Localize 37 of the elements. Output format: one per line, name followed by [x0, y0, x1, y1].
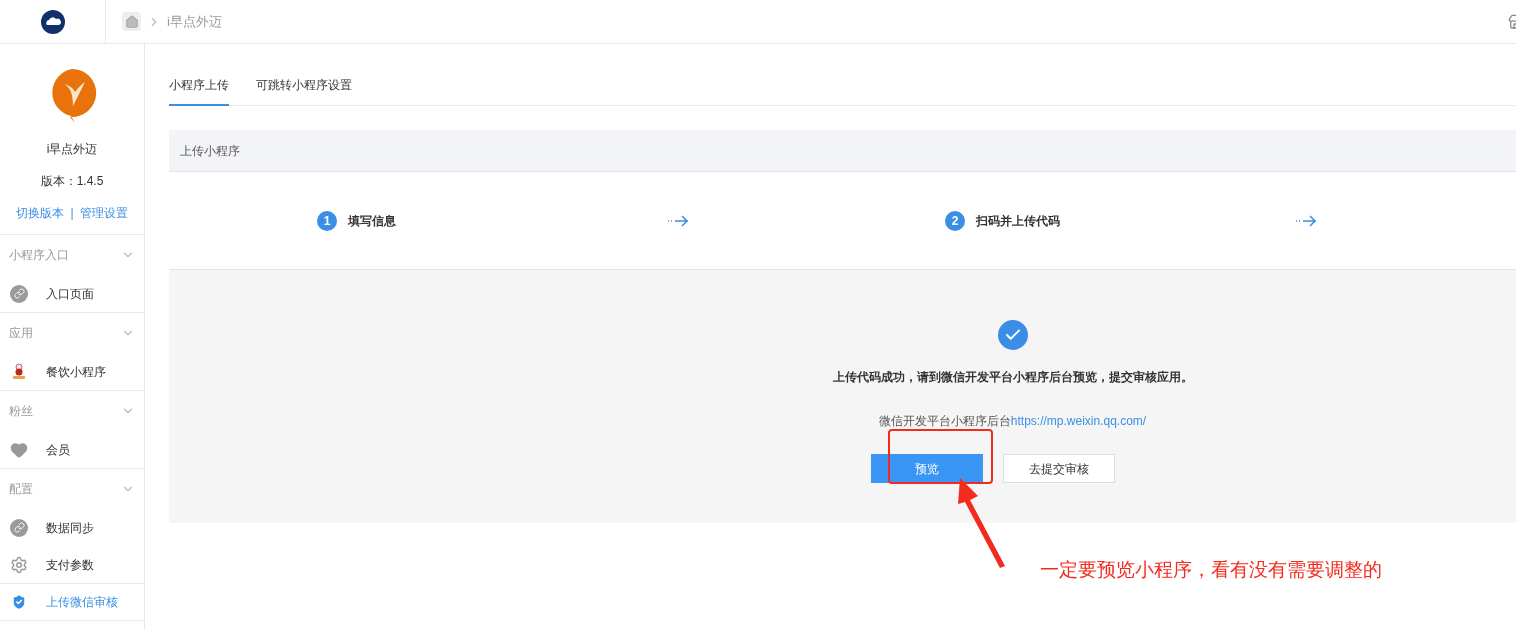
step-label: 扫码并上传代码 [976, 212, 1060, 230]
tab[interactable]: 可跳转小程序设置 [256, 76, 352, 106]
sidebar-item[interactable]: 数据同步 [0, 509, 144, 546]
tab[interactable]: 小程序上传 [169, 76, 229, 106]
sidebar-item[interactable]: 餐饮小程序 [0, 353, 144, 390]
app-name: i早点外迈 [46, 141, 98, 158]
step-label: 填写信息 [348, 212, 396, 230]
sidebar-item[interactable]: 入口页面 [0, 275, 144, 312]
submit-review-button[interactable]: 去提交审核 [1002, 454, 1115, 483]
sidebar-item[interactable]: 会员 [0, 431, 144, 468]
group-title: 粉丝 [9, 403, 33, 420]
group-title: 应用 [9, 325, 33, 342]
cloud-logo [40, 9, 65, 34]
annotation-text: 一定要预览小程序，看有没有需要调整的 [1040, 558, 1382, 582]
heart-icon [10, 440, 28, 459]
version-text: 版本：1.4.5 [40, 173, 104, 190]
link-icon [10, 284, 28, 303]
home-button[interactable] [122, 12, 141, 31]
success-icon [997, 320, 1028, 350]
group-title: 配置 [9, 481, 33, 498]
dotted-arrow-icon [667, 214, 689, 227]
group-title: 小程序入口 [9, 247, 69, 264]
sidebar-item[interactable]: 支付参数 [0, 546, 144, 583]
step-number: 2 [945, 210, 965, 231]
shield-icon [10, 593, 28, 611]
panel-header: 上传小程序 [169, 130, 1516, 172]
manage-settings-link[interactable]: 管理设置 [79, 204, 128, 222]
dotted-arrow-icon [1295, 214, 1317, 227]
link-icon [10, 518, 28, 537]
gear-icon [10, 555, 28, 574]
step-number: 1 [317, 210, 337, 231]
person-icon [10, 362, 28, 381]
sidebar-item[interactable]: 上传微信审核 [0, 583, 144, 620]
success-message: 上传代码成功，请到微信开发平台小程序后台预览，提交审核应用。 [832, 369, 1193, 386]
link-separator: | [70, 205, 74, 222]
switch-version-link[interactable]: 切换版本 [16, 204, 65, 222]
link-prefix-text: 微信开发平台小程序后台 [878, 413, 1011, 430]
